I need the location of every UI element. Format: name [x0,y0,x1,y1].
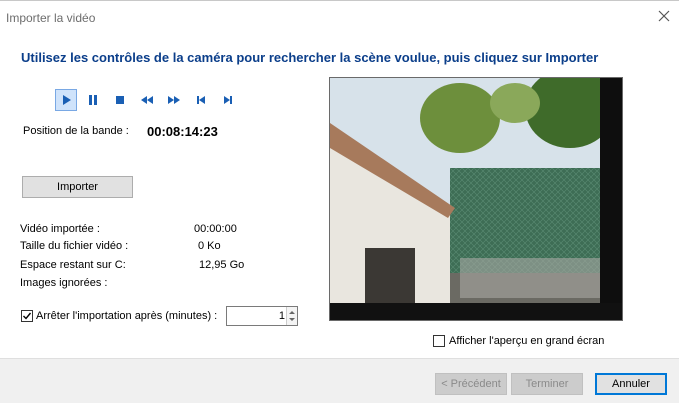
pause-button[interactable] [82,89,104,111]
stepper-arrows[interactable] [286,307,297,325]
ignored-images-label: Images ignorées : [20,277,108,289]
window-title: Importer la vidéo [6,11,96,25]
fast-forward-button[interactable] [163,89,185,111]
pause-icon [89,95,97,105]
tape-position-value: 00:08:14:23 [147,124,218,139]
camera-frame [330,78,622,320]
fast-forward-icon [168,96,180,104]
rewind-icon [141,96,153,104]
minutes-stepper[interactable]: 1 [226,306,298,326]
instruction-heading: Utilisez les contrôles de la caméra pour… [21,50,599,65]
stop-after-label[interactable]: Arrêter l'importation après (minutes) : [36,310,217,322]
play-icon [63,95,71,105]
fullscreen-preview-checkbox[interactable] [433,335,445,347]
stop-after-checkbox[interactable] [21,310,33,322]
previous-button[interactable]: < Précédent [435,373,507,395]
close-icon[interactable] [655,6,673,28]
play-button[interactable] [55,89,77,111]
cancel-button[interactable]: Annuler [595,373,667,395]
imported-video-value: 00:00:00 [194,223,237,235]
imported-video-label: Vidéo importée : [20,223,100,235]
fullscreen-preview-label[interactable]: Afficher l'aperçu en grand écran [449,335,604,347]
stop-icon [116,96,124,104]
rewind-button[interactable] [136,89,158,111]
import-button[interactable]: Importer [22,176,133,198]
video-preview [329,77,623,321]
stop-button[interactable] [109,89,131,111]
minutes-value: 1 [278,310,285,322]
step-forward-button[interactable] [217,89,239,111]
tape-position-label: Position de la bande : [23,125,129,137]
title-bar [0,0,679,34]
file-size-label: Taille du fichier vidéo : [20,240,129,252]
step-back-button[interactable] [190,89,212,111]
remaining-space-label: Espace restant sur C: [20,259,126,271]
file-size-value: 0 Ko [198,240,221,252]
step-forward-icon [224,96,232,104]
finish-button[interactable]: Terminer [511,373,583,395]
remaining-space-value: 12,95 Go [199,259,245,271]
checkmark-icon [23,312,32,320]
step-back-icon [197,96,205,104]
